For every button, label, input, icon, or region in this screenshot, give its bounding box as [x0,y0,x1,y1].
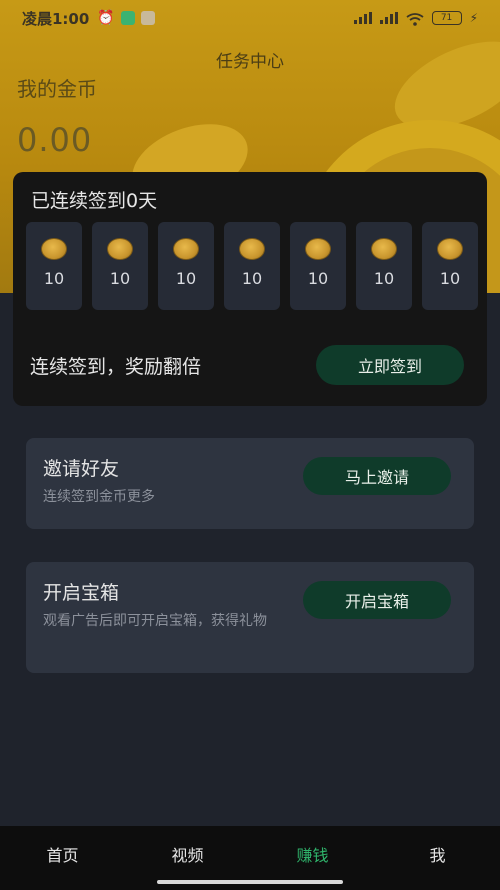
day-reward: 10 [43,269,65,288]
checkin-card: 已连续签到0天 10 10 10 10 10 10 10 连续签到，奖励翻倍 立… [13,172,487,406]
checkin-day-tile: 10 [224,222,280,310]
checkin-button[interactable]: 立即签到 [316,345,464,385]
day-reward: 10 [439,269,461,288]
coin-icon [437,238,463,260]
day-reward: 10 [307,269,329,288]
invite-button[interactable]: 马上邀请 [303,457,451,495]
checkin-day-tile: 10 [26,222,82,310]
signal-icon [379,12,398,24]
chest-task-desc: 观看广告后即可开启宝箱，获得礼物 [43,613,267,629]
app-icon [120,11,135,25]
home-indicator[interactable] [157,880,343,884]
invite-task-card: 邀请好友 连续签到金币更多 马上邀请 [26,438,474,529]
alarm-icon: ⏰ [97,10,115,26]
coin-icon [305,238,331,260]
checkin-title: 已连续签到0天 [31,190,158,212]
wifi-icon [406,12,424,26]
status-right-icons: 71 ⚡ [353,11,478,26]
coin-icon [239,238,265,260]
coin-icon [173,238,199,260]
charging-icon: ⚡ [469,11,478,25]
streak-bonus-text: 连续签到，奖励翻倍 [30,356,202,378]
open-chest-button[interactable]: 开启宝箱 [303,581,451,619]
status-time: 凌晨1:00 [22,9,90,28]
coins-label: 我的金币 [17,77,97,101]
nav-home[interactable]: 首页 [0,826,125,890]
checkin-day-tile: 10 [290,222,346,310]
day-reward: 10 [175,269,197,288]
status-left-icons: ⏰ [97,10,155,26]
coin-icon [371,238,397,260]
battery-icon: 71 [431,11,462,25]
coin-icon [41,238,67,260]
page-title: 任务中心 [216,52,284,72]
checkin-days-row: 10 10 10 10 10 10 10 [26,222,478,310]
message-icon [140,11,155,25]
day-reward: 10 [241,269,263,288]
nav-me[interactable]: 我 [375,826,500,890]
coin-icon [107,238,133,260]
signal-icon [353,12,372,24]
day-reward: 10 [373,269,395,288]
invite-task-desc: 连续签到金币更多 [43,489,155,505]
invite-task-title: 邀请好友 [43,458,120,480]
status-bar: 凌晨1:00 ⏰ 71 ⚡ [0,0,500,36]
checkin-day-tile: 10 [158,222,214,310]
day-reward: 10 [109,269,131,288]
chest-task-card: 开启宝箱 观看广告后即可开启宝箱，获得礼物 开启宝箱 [26,562,474,673]
chest-task-title: 开启宝箱 [43,582,120,604]
checkin-day-tile: 10 [92,222,148,310]
coins-value: 0.00 [17,121,93,159]
checkin-day-tile: 10 [356,222,412,310]
checkin-day-tile: 10 [422,222,478,310]
